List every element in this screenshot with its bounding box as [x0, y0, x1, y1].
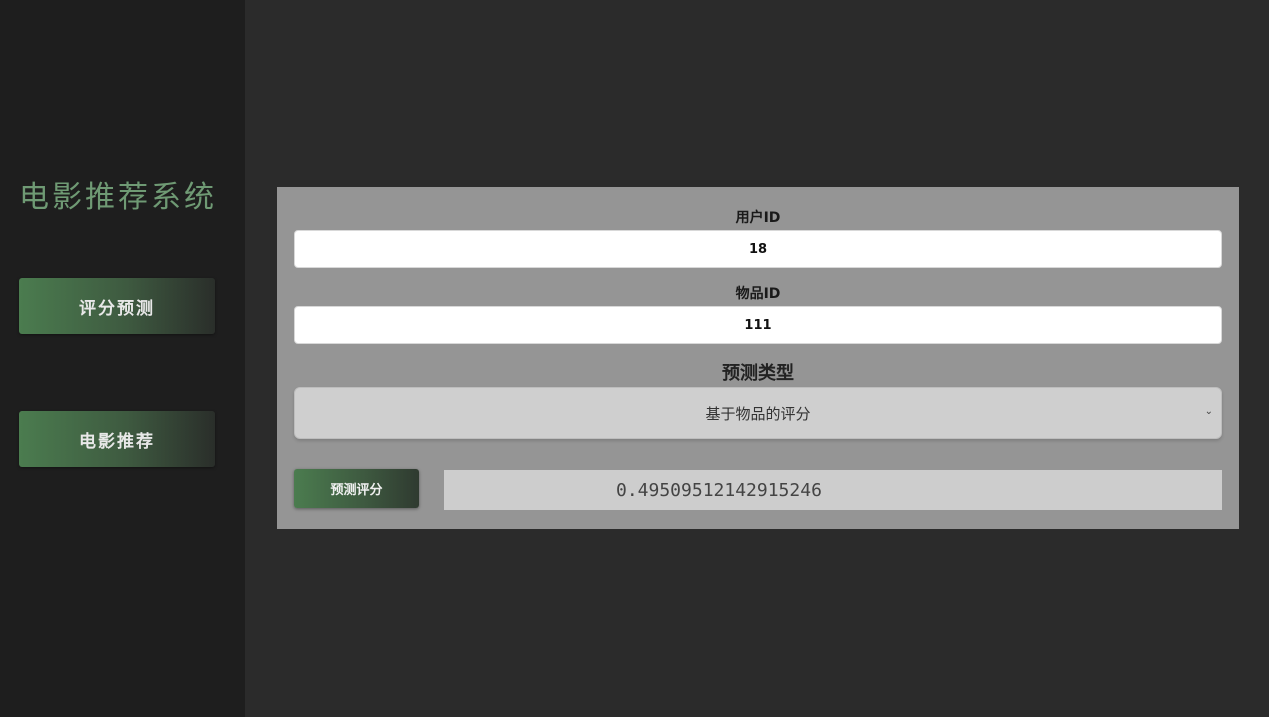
app-root: 电影推荐系统 评分预测 电影推荐 用户ID 物品ID 预测类型 基于物品的评分 …	[0, 0, 1269, 717]
prediction-result: 0.49509512142915246	[444, 470, 1222, 510]
predict-rating-button-label: 预测评分	[330, 483, 383, 498]
prediction-type-selected: 基于物品的评分	[705, 404, 811, 423]
sidebar-item-rating-prediction[interactable]: 评分预测	[19, 278, 215, 334]
item-id-input[interactable]	[294, 306, 1222, 344]
prediction-result-value: 0.49509512142915246	[616, 479, 822, 501]
app-title: 电影推荐系统	[19, 180, 217, 215]
item-id-label: 物品ID	[735, 286, 781, 302]
sidebar-item-movie-recommendation[interactable]: 电影推荐	[19, 411, 215, 467]
chevron-down-icon: ⌄	[1204, 406, 1213, 417]
prediction-type-label: 预测类型	[722, 363, 794, 384]
prediction-type-select[interactable]: 基于物品的评分 ⌄	[294, 387, 1222, 439]
sidebar-item-label: 评分预测	[79, 298, 155, 319]
sidebar: 电影推荐系统 评分预测 电影推荐	[0, 0, 245, 717]
user-id-input[interactable]	[294, 230, 1222, 268]
user-id-label: 用户ID	[735, 210, 781, 226]
predict-rating-button[interactable]: 预测评分	[294, 469, 419, 508]
prediction-form: 用户ID 物品ID 预测类型 基于物品的评分 ⌄ 预测评分 0.49509512…	[277, 187, 1239, 529]
sidebar-item-label: 电影推荐	[79, 431, 155, 452]
